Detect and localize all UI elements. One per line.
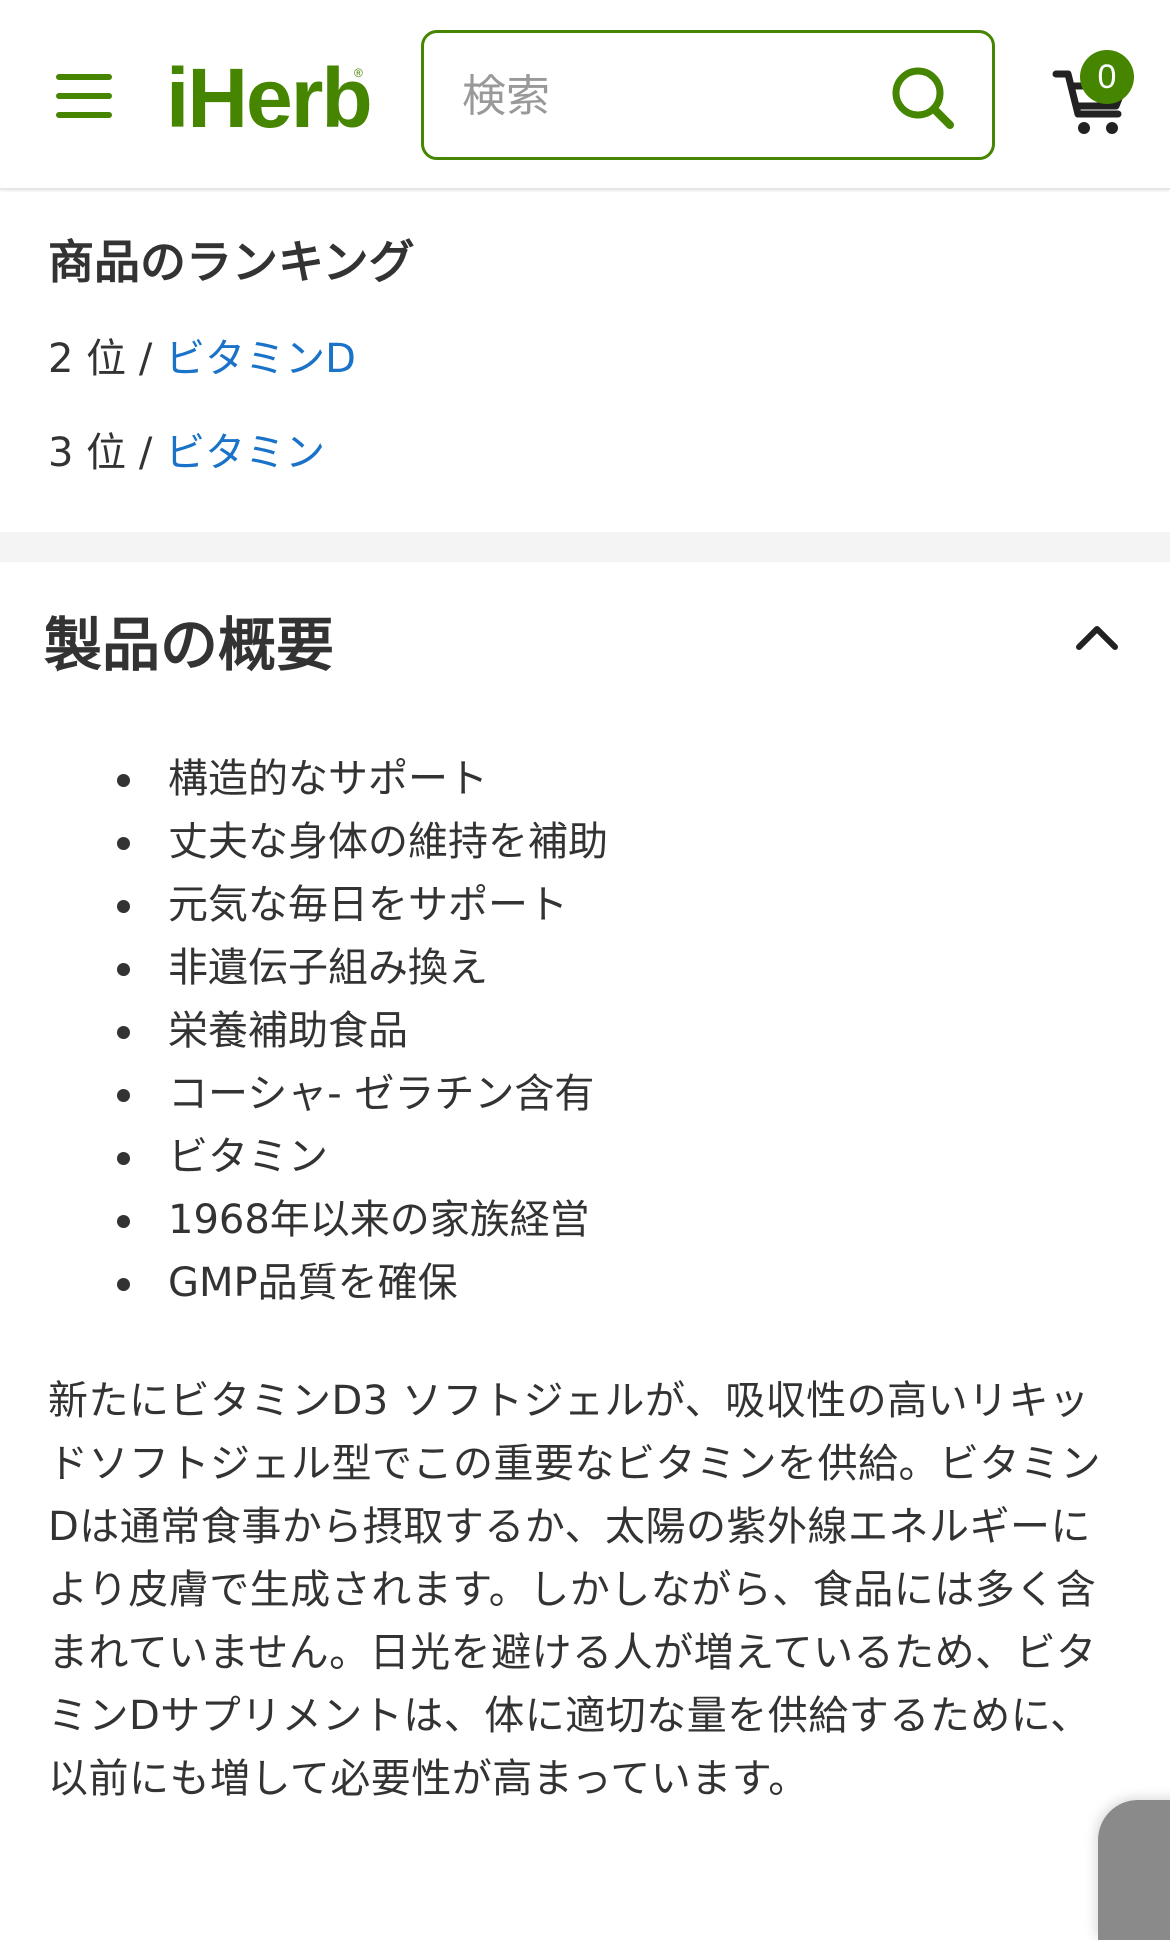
section-divider bbox=[0, 532, 1170, 562]
ranking-category-link[interactable]: ビタミンD bbox=[165, 336, 356, 382]
cart-count-badge: 0 bbox=[1080, 50, 1134, 104]
ranking-title: 商品のランキング bbox=[48, 235, 415, 289]
product-overview-section: 製品の概要 構造的なサポート 丈夫な身体の維持を補助 元気な毎日をサポート 非遺… bbox=[0, 562, 1170, 1914]
search-input[interactable] bbox=[460, 61, 860, 131]
ranking-item: 3 位 / ビタミン bbox=[48, 420, 325, 478]
list-item: 非遺伝子組み換え bbox=[0, 937, 608, 1000]
list-item: コーシャ- ゼラチン含有 bbox=[0, 1063, 608, 1126]
product-description: 新たにビタミンD3 ソフトジェルが、吸収性の高いリキッドソフトジェル型でこの重要… bbox=[48, 1378, 1101, 1802]
overview-bullet-list: 構造的なサポート 丈夫な身体の維持を補助 元気な毎日をサポート 非遺伝子組み換え… bbox=[0, 748, 608, 1315]
hamburger-menu-icon[interactable] bbox=[56, 74, 112, 118]
scroll-to-top-button[interactable] bbox=[1098, 1800, 1170, 1940]
iherb-logo[interactable]: iHerb bbox=[166, 56, 373, 140]
chevron-up-icon[interactable] bbox=[1074, 622, 1120, 652]
ranking-position: 3 位 / bbox=[48, 430, 166, 476]
list-item: 元気な毎日をサポート bbox=[0, 874, 608, 937]
list-item: 丈夫な身体の維持を補助 bbox=[0, 811, 608, 874]
top-header: iHerb ® 0 bbox=[0, 0, 1170, 190]
menu-bar bbox=[56, 112, 112, 118]
product-ranking-section: 商品のランキング 2 位 / ビタミンD 3 位 / ビタミン bbox=[0, 192, 1170, 532]
registered-mark: ® bbox=[354, 66, 363, 80]
menu-bar bbox=[56, 74, 112, 80]
list-item: GMP品質を確保 bbox=[0, 1252, 608, 1315]
ranking-position: 2 位 / bbox=[48, 336, 166, 382]
list-item: 1968年以来の家族経営 bbox=[0, 1189, 608, 1252]
list-item: 構造的なサポート bbox=[0, 748, 608, 811]
menu-bar bbox=[56, 93, 112, 99]
list-item: 栄養補助食品 bbox=[0, 1000, 608, 1063]
ranking-item: 2 位 / ビタミンD bbox=[48, 326, 356, 384]
search-icon[interactable] bbox=[888, 63, 958, 133]
ranking-category-link[interactable]: ビタミン bbox=[165, 430, 325, 476]
overview-title[interactable]: 製品の概要 bbox=[44, 598, 334, 682]
search-box bbox=[421, 30, 995, 160]
list-item: ビタミン bbox=[0, 1126, 608, 1189]
